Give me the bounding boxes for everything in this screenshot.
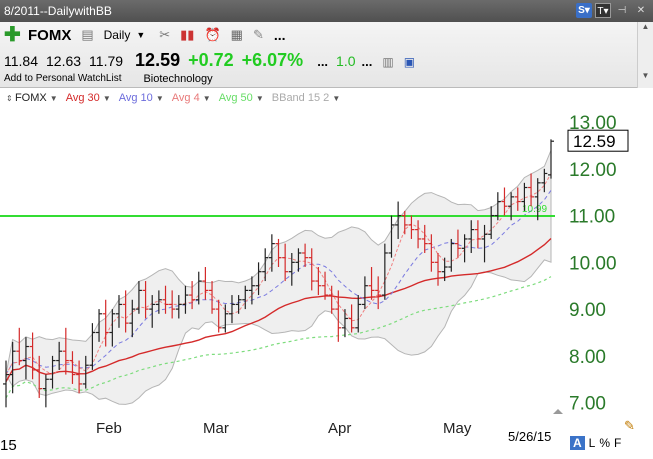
month-label: Feb	[96, 420, 122, 437]
price-tick-label: 11.00	[569, 207, 615, 228]
l-button[interactable]: L	[589, 436, 596, 450]
current-price-label: 12.59	[573, 132, 616, 151]
current-date: 5/26/15	[508, 429, 552, 444]
f-button[interactable]: F	[614, 436, 621, 450]
axis-arrow-icon	[553, 409, 563, 414]
price-tick-label: 9.00	[569, 300, 606, 321]
footer-controls: A L % F	[570, 436, 621, 450]
pencil-icon[interactable]: ✎	[624, 418, 635, 434]
pct-button[interactable]: %	[599, 436, 610, 450]
bollinger-band	[5, 150, 552, 405]
month-label: Apr	[328, 420, 351, 437]
month-label: May	[443, 420, 472, 437]
hline-label: 10.99	[522, 204, 547, 215]
price-tick-label: 7.00	[569, 394, 606, 415]
price-tick-label: 12.00	[569, 160, 617, 181]
a-button[interactable]: A	[570, 436, 585, 450]
price-tick-label: 8.00	[569, 347, 606, 368]
month-label: Mar	[203, 420, 229, 437]
bottom-left-label: 15	[0, 437, 17, 454]
price-chart[interactable]: 10.9913.0012.0011.0010.009.008.007.0012.…	[0, 0, 653, 459]
price-tick-label: 10.00	[569, 253, 617, 274]
